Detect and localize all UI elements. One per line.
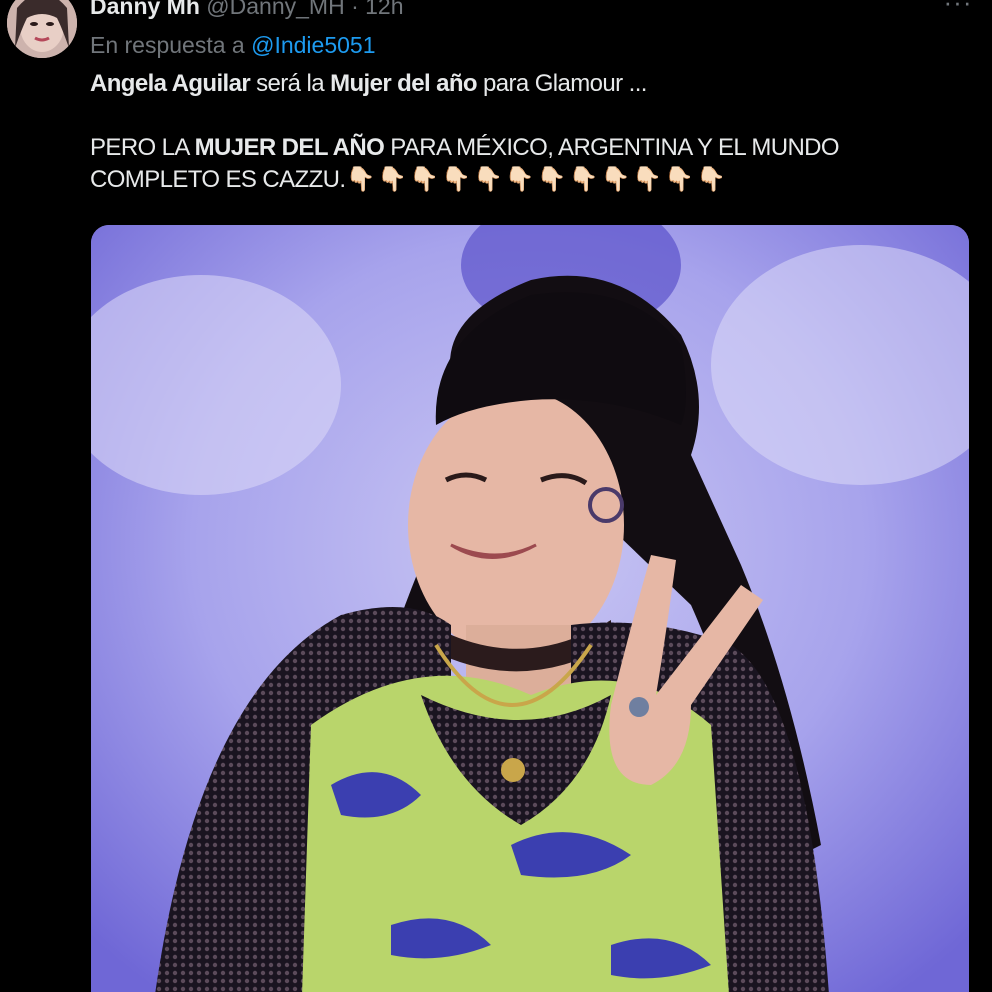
text-segment: será la [250,70,331,97]
more-icon[interactable]: ··· [936,0,980,22]
text-bold-mujer: Mujer del año [330,70,477,97]
text-segment: PARA MÉXICO, ARGENTINA Y EL MUNDO [384,134,839,161]
tweet-text-line-1: Angela Aguilar será la Mujer del año par… [90,68,960,100]
avatar[interactable] [7,0,77,58]
user-handle[interactable]: @Danny_MH [206,0,344,19]
tweet-text-line-3: COMPLETO ES CAZZU.👇🏻👇🏻👇🏻👇🏻👇🏻👇🏻👇🏻👇🏻👇🏻👇🏻👇🏻… [90,164,960,196]
pointing-down-emojis: 👇🏻👇🏻👇🏻👇🏻👇🏻👇🏻👇🏻👇🏻👇🏻👇🏻👇🏻👇🏻 [345,166,729,193]
reply-to-handle[interactable]: @Indie5051 [251,32,375,58]
tweet-media-gif[interactable] [91,225,969,992]
timestamp[interactable]: 12h [365,0,403,19]
text-segment: para Glamour ... [476,70,647,97]
media-illustration [91,225,969,992]
tweet-text-line-2: PERO LA MUJER DEL AÑO PARA MÉXICO, ARGEN… [90,132,960,164]
text-segment: PERO LA [90,134,195,161]
text-bold-mujer-caps: MUJER DEL AÑO [194,134,385,161]
display-name[interactable]: Danny Mh [90,0,200,19]
text-segment: COMPLETO ES CAZZU. [90,166,346,193]
separator-dot: · [351,0,359,19]
tweet-text: Angela Aguilar será la Mujer del año par… [90,68,960,196]
reply-prefix: En respuesta a [90,32,245,58]
reply-context: En respuesta a @Indie5051 [90,31,376,59]
text-bold-angela: Angela Aguilar [90,70,251,97]
tweet-header: Danny Mh @Danny_MH · 12h [90,0,404,20]
tweet[interactable]: Danny Mh @Danny_MH · 12h ··· En respuest… [0,0,992,992]
